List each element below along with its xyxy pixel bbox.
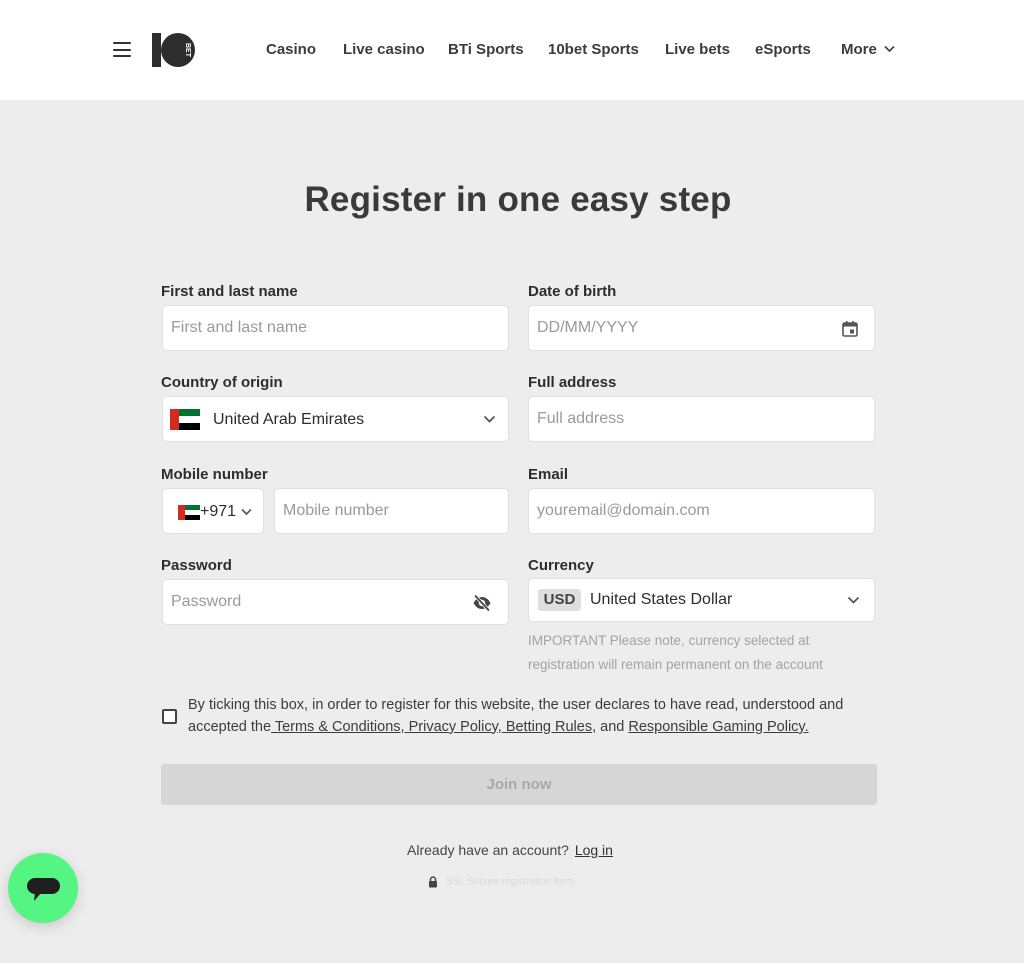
login-prompt: Already have an account? Log in [0,842,1020,858]
nav-casino[interactable]: Casino [266,41,316,58]
phone-code-value: +971 [200,503,237,520]
uae-flag [170,409,200,430]
uae-flag [178,505,200,520]
currency-value: United States Dollar [590,591,733,608]
nav-more[interactable]: More [841,41,895,58]
betting-rules-link[interactable]: Betting Rules [502,719,592,735]
lock-icon [429,876,437,888]
email-field [528,488,875,534]
privacy-policy-link[interactable]: Privacy Policy, [405,719,502,735]
name-input[interactable] [163,306,508,350]
country-label: Country of origin [161,374,283,391]
name-label: First and last name [161,283,298,300]
mobile-input[interactable] [275,489,508,533]
currency-note: IMPORTANT Please note, currency selected… [528,633,823,672]
already-text: Already have an account? [407,842,569,858]
chat-button[interactable] [8,853,78,923]
terms-conditions-link[interactable]: Terms & Conditions, [271,719,405,735]
main-nav: Casino Live casino BTi Sports 10bet Spor… [0,41,1024,61]
chevron-down-icon [483,415,496,423]
ssl-notice: SSL Secure registration form [428,876,574,888]
nav-10bet-sports[interactable]: 10bet Sports [548,41,639,58]
address-field [528,396,875,442]
name-field [162,305,509,351]
login-link[interactable]: Log in [575,842,613,858]
mobile-label: Mobile number [161,466,268,483]
email-input[interactable] [529,489,874,533]
nav-live-bets[interactable]: Live bets [665,41,730,58]
terms-text: By ticking this box, in order to registe… [188,695,878,738]
chat-bubble-icon [27,878,60,901]
chevron-down-icon [884,45,895,52]
nav-bti-sports[interactable]: BTi Sports [448,41,524,58]
phone-code-select[interactable]: +971 [162,488,264,534]
responsible-gaming-link[interactable]: Responsible Gaming Policy. [628,719,808,735]
page-title: Register in one easy step [304,180,732,219]
currency-label: Currency [528,557,594,574]
address-input[interactable] [529,397,874,441]
dob-label: Date of birth [528,283,617,300]
nav-more-label: More [841,41,877,58]
dob-input[interactable] [529,306,874,350]
dob-field [528,305,875,351]
ssl-text: SSL Secure registration form [446,876,575,888]
header: BET Casino Live casino BTi Sports 10bet … [0,0,1024,100]
email-label: Email [528,466,569,483]
calendar-icon[interactable] [840,319,860,339]
nav-esports[interactable]: eSports [755,41,811,58]
country-value: United Arab Emirates [213,411,365,428]
currency-code-badge: USD [538,589,581,611]
terms-and: , and [592,718,629,735]
terms-checkbox[interactable] [162,709,177,724]
country-select[interactable]: United Arab Emirates [162,396,509,442]
password-label: Password [161,557,232,574]
nav-live-casino[interactable]: Live casino [343,41,425,58]
mobile-field [274,488,509,534]
password-input[interactable] [163,580,508,624]
chevron-down-icon [847,596,860,604]
join-now-button[interactable]: Join now [161,764,877,805]
password-field [162,579,509,625]
eye-off-icon[interactable] [472,593,492,613]
address-label: Full address [528,374,617,391]
chevron-down-icon [241,508,252,516]
